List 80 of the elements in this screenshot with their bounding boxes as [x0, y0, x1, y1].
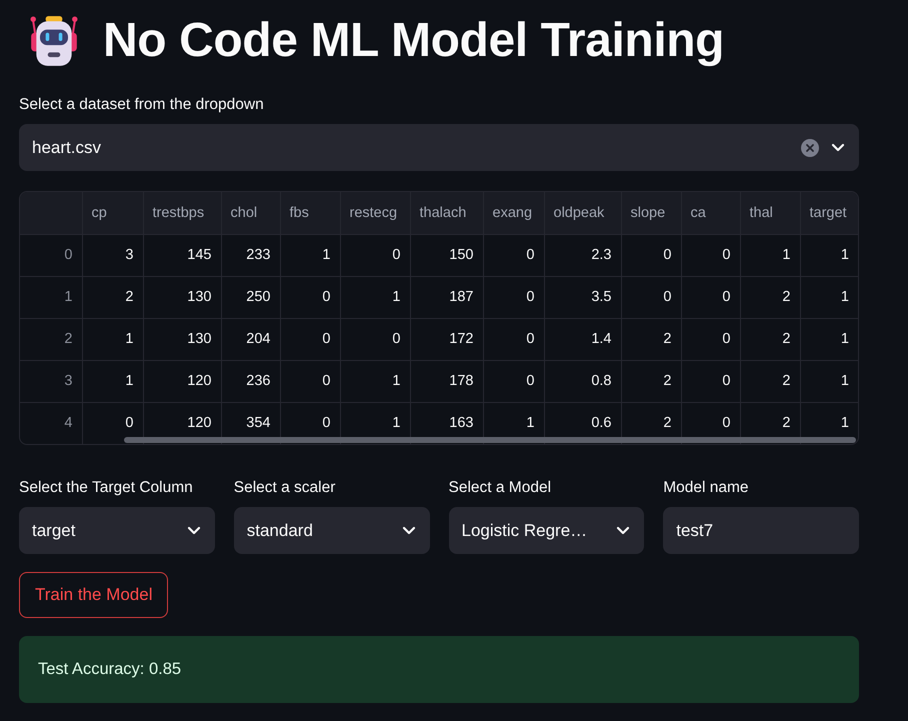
- chevron-down-icon[interactable]: [831, 143, 845, 152]
- column-header[interactable]: trestbps: [143, 192, 221, 234]
- column-header[interactable]: thalach: [410, 192, 483, 234]
- field-label: Select a dataset from the dropdown: [19, 96, 265, 114]
- table-cell: 2: [621, 360, 681, 402]
- table-cell: 0: [280, 360, 340, 402]
- clear-icon[interactable]: [801, 138, 819, 156]
- table-cell: 0.8: [544, 360, 621, 402]
- success-message: Test Accuracy: 0.85: [19, 636, 859, 703]
- table-cell: 0: [483, 276, 544, 318]
- table-cell: 0: [483, 234, 544, 276]
- table-cell: 1.4: [544, 318, 621, 360]
- table-cell: 0: [681, 276, 740, 318]
- dropdown-select[interactable]: target: [19, 507, 215, 554]
- table-cell: 236: [221, 360, 280, 402]
- column-header[interactable]: slope: [621, 192, 681, 234]
- table-cell: 0: [483, 360, 544, 402]
- train-button[interactable]: Train the Model: [19, 572, 168, 618]
- table-cell: 0: [280, 276, 340, 318]
- dropdown-select[interactable]: standard: [234, 507, 430, 554]
- table-cell: 145: [143, 234, 221, 276]
- table-cell: 120: [143, 360, 221, 402]
- table-cell: 130: [143, 276, 221, 318]
- page-title: No Code ML Model Training: [103, 13, 724, 69]
- field-label: Select the Target Column: [19, 479, 194, 497]
- table-cell: 0: [681, 318, 740, 360]
- column-header[interactable]: cp: [82, 192, 143, 234]
- table-cell: 250: [221, 276, 280, 318]
- row-index: 1: [20, 276, 82, 318]
- chevron-down-icon[interactable]: [186, 526, 201, 535]
- table-cell: 1: [340, 276, 410, 318]
- table-cell: 1: [740, 234, 800, 276]
- field-label: Select a Model: [448, 479, 552, 497]
- table-cell: 130: [143, 318, 221, 360]
- table-cell: 0: [621, 276, 681, 318]
- column-header[interactable]: exang: [483, 192, 544, 234]
- table-cell: 0: [681, 360, 740, 402]
- field-label: Model name: [663, 479, 750, 497]
- table-cell: 1: [340, 360, 410, 402]
- chevron-down-icon[interactable]: [616, 526, 630, 535]
- column-header[interactable]: target: [800, 192, 858, 234]
- table-cell: 1: [82, 318, 143, 360]
- text-field[interactable]: test7: [663, 507, 859, 554]
- column-header[interactable]: ca: [681, 192, 740, 234]
- table-cell: 178: [410, 360, 483, 402]
- field-label: Select a scaler: [234, 479, 336, 497]
- table-cell: 150: [410, 234, 483, 276]
- table-cell: 172: [410, 318, 483, 360]
- dropdown-select[interactable]: Logistic Regre…: [448, 507, 644, 554]
- table-cell: 0: [483, 318, 544, 360]
- table-cell: 2: [740, 318, 800, 360]
- column-header[interactable]: thal: [740, 192, 800, 234]
- table-cell: 0: [681, 234, 740, 276]
- dataset-select[interactable]: heart.csv: [19, 124, 859, 171]
- table-cell: 2: [621, 318, 681, 360]
- column-header[interactable]: fbs: [280, 192, 340, 234]
- table-cell: 0: [621, 234, 681, 276]
- table-cell: 233: [221, 234, 280, 276]
- row-index: 3: [20, 360, 82, 402]
- column-header[interactable]: oldpeak: [544, 192, 621, 234]
- horizontal-scrollbar[interactable]: [124, 437, 856, 443]
- table-cell: 2: [740, 360, 800, 402]
- table-cell: 3: [82, 234, 143, 276]
- chevron-down-icon[interactable]: [402, 526, 416, 535]
- table-cell: 1: [280, 234, 340, 276]
- table-cell: 204: [221, 318, 280, 360]
- row-index: 2: [20, 318, 82, 360]
- table-cell: 2.3: [544, 234, 621, 276]
- row-index: 0: [20, 234, 82, 276]
- row-index: 4: [20, 402, 82, 444]
- table-cell: 2: [740, 276, 800, 318]
- table-cell: 187: [410, 276, 483, 318]
- table-cell: 1: [82, 360, 143, 402]
- table-cell: 3.5: [544, 276, 621, 318]
- column-header[interactable]: restecg: [340, 192, 410, 234]
- column-header[interactable]: chol: [221, 192, 280, 234]
- table-cell: 2: [82, 276, 143, 318]
- table-cell: 0: [340, 234, 410, 276]
- table-cell: 0: [280, 318, 340, 360]
- table-cell: 0: [340, 318, 410, 360]
